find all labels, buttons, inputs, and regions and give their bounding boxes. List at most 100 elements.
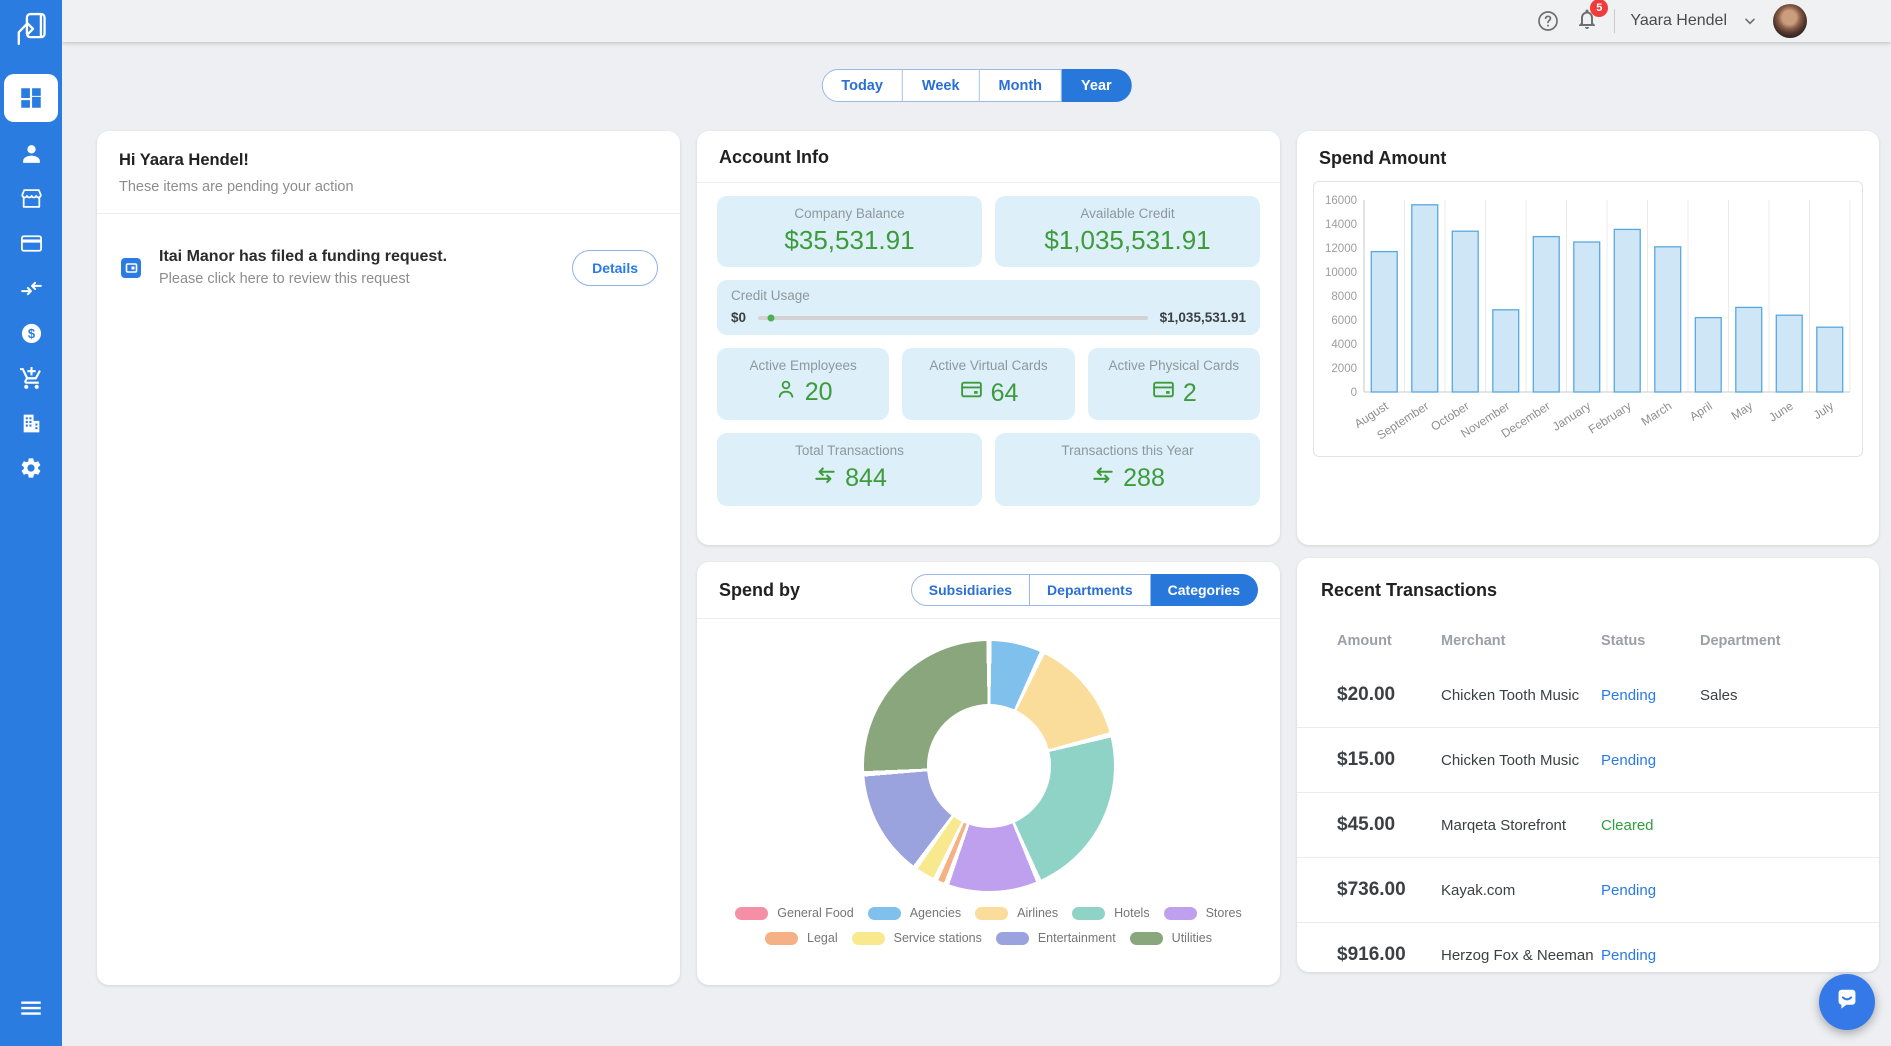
- help-icon[interactable]: [1536, 9, 1560, 33]
- svg-text:6000: 6000: [1331, 315, 1357, 327]
- spend-by-tab-subsidiaries[interactable]: Subsidiaries: [910, 574, 1031, 606]
- transaction-status: Pending: [1601, 751, 1657, 769]
- available-credit-label: Available Credit: [1080, 206, 1175, 221]
- transaction-row[interactable]: $916.00 Herzog Fox & Neeman Pending: [1297, 923, 1879, 972]
- credit-usage-dot[interactable]: [767, 314, 775, 321]
- legend-label: Hotels: [1114, 906, 1150, 920]
- total-transactions-label: Total Transactions: [795, 443, 904, 458]
- sidebar-item-funding[interactable]: $: [0, 319, 62, 347]
- transactions-header-row: Amount Merchant Status Department: [1297, 633, 1879, 649]
- tab-today[interactable]: Today: [821, 69, 903, 102]
- spend-by-title: Spend by: [719, 579, 801, 600]
- legend-label: Service stations: [893, 931, 982, 945]
- transaction-merchant: Kayak.com: [1441, 881, 1516, 899]
- spend-by-tabs: Subsidiaries Departments Categories: [910, 574, 1258, 606]
- legend-item-airlines[interactable]: Airlines: [975, 906, 1058, 920]
- user-avatar[interactable]: [1773, 4, 1807, 38]
- account-info-title: Account Info: [719, 147, 829, 167]
- sidebar-item-employees[interactable]: [0, 139, 62, 167]
- sidebar-item-merchants[interactable]: [0, 184, 62, 212]
- svg-text:10000: 10000: [1325, 267, 1357, 279]
- transaction-row[interactable]: $20.00 Chicken Tooth Music Pending Sales: [1297, 663, 1879, 728]
- person-outline-icon: [774, 377, 798, 408]
- transaction-merchant: Chicken Tooth Music: [1441, 686, 1580, 704]
- pending-request-row[interactable]: Itai Manor has filed a funding request. …: [97, 214, 680, 287]
- spend-amount-chart: 0 2000 4000 6000 8000 10000 12000 14000 16000 Aug…: [1313, 181, 1863, 457]
- main-content: Today Week Month Year Hi Yaara Hendel! Thes…: [62, 42, 1891, 1046]
- spend-by-tab-departments[interactable]: Departments: [1030, 574, 1151, 606]
- app-logo[interactable]: [0, 0, 62, 62]
- svg-text:March: March: [1639, 399, 1675, 429]
- spend-amount-card: Spend Amount 0 2000 4000 6000 8000 10000 12000…: [1297, 131, 1879, 545]
- legend-item-service-stations[interactable]: Service stations: [851, 931, 982, 945]
- transfer-arrows-icon: [812, 462, 838, 495]
- transfer-arrows-icon: [1090, 462, 1116, 495]
- notification-badge: 5: [1590, 0, 1609, 17]
- legend-item-hotels[interactable]: Hotels: [1072, 906, 1150, 920]
- spend-by-tab-categories[interactable]: Categories: [1150, 574, 1258, 606]
- svg-text:16000: 16000: [1325, 195, 1357, 207]
- sidebar-item-dashboard[interactable]: [4, 74, 58, 122]
- sidebar-item-purchases[interactable]: [0, 364, 62, 392]
- svg-text:8000: 8000: [1331, 291, 1357, 303]
- legend-item-utilities[interactable]: Utilities: [1129, 931, 1212, 945]
- total-transactions-tile: Total Transactions 844: [717, 433, 982, 506]
- credit-usage-label: Credit Usage: [731, 288, 810, 303]
- transaction-amount: $15.00: [1337, 749, 1396, 770]
- gear-icon: [19, 456, 43, 480]
- details-button[interactable]: Details: [572, 249, 658, 286]
- legend-label: Utilities: [1171, 931, 1212, 945]
- legend-item-general-food[interactable]: General Food: [735, 906, 854, 920]
- notifications-button[interactable]: 5: [1575, 0, 1609, 36]
- greeting-subtitle: These items are pending your action: [119, 179, 354, 195]
- transaction-row[interactable]: $45.00 Marqeta Storefront Cleared: [1297, 793, 1879, 858]
- transaction-department: Sales: [1700, 686, 1738, 704]
- chevron-down-icon[interactable]: [1742, 13, 1758, 29]
- sidebar-menu-toggle[interactable]: [18, 995, 44, 1026]
- legend-label: Legal: [807, 931, 838, 945]
- pending-actions-card: Hi Yaara Hendel! These items are pending…: [97, 131, 680, 985]
- transaction-status: Pending: [1601, 686, 1657, 704]
- legend-item-legal[interactable]: Legal: [765, 931, 838, 945]
- sidebar-item-company[interactable]: [0, 409, 62, 437]
- credit-usage-slider[interactable]: [758, 314, 1148, 321]
- transaction-amount: $45.00: [1337, 814, 1396, 835]
- sidebar-nav: $: [0, 74, 62, 482]
- active-employees-label: Active Employees: [749, 358, 857, 373]
- available-credit-value: $1,035,531.91: [1044, 225, 1211, 255]
- legend-item-agencies[interactable]: Agencies: [867, 906, 961, 920]
- legend-item-entertainment[interactable]: Entertainment: [995, 931, 1116, 945]
- card-in-hand-logo-icon: [12, 10, 50, 53]
- svg-text:4000: 4000: [1331, 339, 1357, 351]
- transaction-status: Cleared: [1601, 816, 1654, 834]
- tab-week[interactable]: Week: [902, 69, 980, 102]
- svg-text:January: January: [1550, 399, 1593, 434]
- tab-month[interactable]: Month: [979, 69, 1063, 102]
- transactions-this-year-tile: Transactions this Year 288: [995, 433, 1260, 506]
- tab-year[interactable]: Year: [1062, 69, 1132, 102]
- chat-launcher-button[interactable]: [1819, 974, 1875, 1030]
- sidebar-item-settings[interactable]: [0, 454, 62, 482]
- active-virtual-cards-value: 64: [990, 378, 1019, 407]
- transaction-row[interactable]: $736.00 Kayak.com Pending: [1297, 858, 1879, 923]
- active-physical-cards-label: Active Physical Cards: [1108, 358, 1240, 373]
- request-subtitle-link[interactable]: Please click here to review this request: [159, 271, 558, 287]
- sidebar-item-cards[interactable]: [0, 229, 62, 257]
- legend-swatch: [995, 931, 1029, 945]
- transaction-row[interactable]: $15.00 Chicken Tooth Music Pending: [1297, 728, 1879, 793]
- legend-label: Airlines: [1017, 906, 1059, 920]
- total-transactions-value: 844: [845, 464, 887, 492]
- legend-swatch: [1072, 906, 1106, 920]
- legend-item-stores[interactable]: Stores: [1163, 906, 1242, 920]
- svg-text:May: May: [1729, 399, 1756, 423]
- svg-text:June: June: [1766, 399, 1796, 425]
- transaction-status: Pending: [1601, 881, 1657, 899]
- svg-text:April: April: [1687, 399, 1715, 424]
- sidebar-item-transfers[interactable]: [0, 274, 62, 302]
- svg-text:2000: 2000: [1331, 363, 1357, 375]
- user-name[interactable]: Yaara Hendel: [1630, 12, 1727, 30]
- available-credit-tile: Available Credit $1,035,531.91: [995, 196, 1260, 267]
- transaction-merchant: Chicken Tooth Music: [1441, 751, 1580, 769]
- credit-usage-max: $1,035,531.91: [1159, 310, 1246, 325]
- transaction-status: Pending: [1601, 946, 1657, 964]
